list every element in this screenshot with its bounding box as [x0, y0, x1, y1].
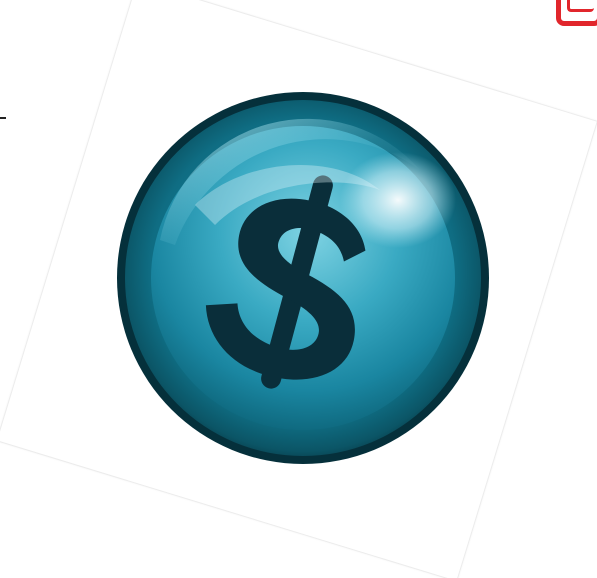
dollar-coin-illustration — [117, 92, 489, 464]
image-stage — [0, 0, 597, 578]
